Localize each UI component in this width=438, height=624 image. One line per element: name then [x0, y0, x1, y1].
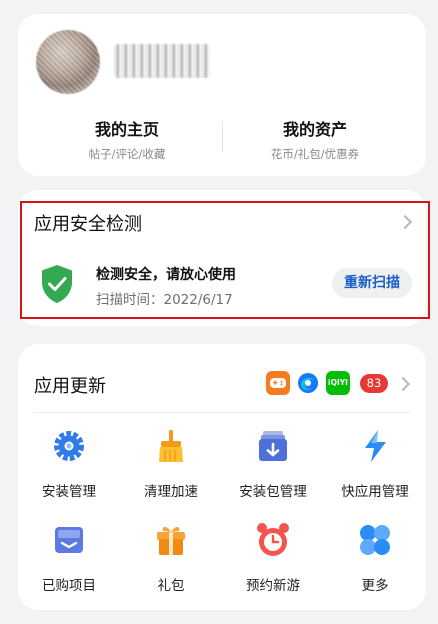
reserve-new-game-item[interactable]: 预约新游 [222, 522, 324, 594]
my-assets-title: 我的资产 [282, 120, 347, 139]
my-assets-link[interactable]: 我的资产 花币/礼包/优惠券 [220, 116, 410, 162]
gear-icon [54, 431, 84, 461]
package-manage-item[interactable]: 安装包管理 [222, 428, 324, 500]
more-item[interactable]: 更多 [324, 522, 426, 594]
browser-app-icon[interactable] [296, 371, 320, 395]
cleanup-accelerate-item[interactable]: 清理加速 [120, 428, 222, 500]
scan-time-text: 扫描时间：2022/6/17 [96, 292, 233, 308]
my-homepage-subtitle: 帖子/评论/收藏 [88, 147, 166, 161]
gift-pack-item[interactable]: 礼包 [120, 522, 222, 594]
quick-app-manage-item[interactable]: 快应用管理 [324, 428, 426, 500]
install-manage-label: 安装管理 [42, 484, 96, 500]
profile-card: 我的主页 帖子/评论/收藏 我的资产 花币/礼包/优惠券 [18, 14, 426, 176]
my-assets-subtitle: 花币/礼包/优惠券 [270, 147, 360, 161]
iqiyi-app-icon[interactable]: iQIYI [326, 371, 350, 395]
iqiyi-app-label: iQIYI [328, 378, 348, 387]
username-blurred [114, 44, 210, 78]
package-icon [259, 431, 287, 461]
quick-app-manage-label: 快应用管理 [341, 484, 409, 500]
security-status-text: 检测安全，请放心使用 [96, 267, 236, 283]
chevron-right-icon[interactable] [397, 214, 413, 230]
chevron-right-icon[interactable] [395, 376, 411, 392]
app-update-card: 应用更新 iQIYI 83 安装管理 清理加速 安装包管理 快应用管理 已购项目… [18, 344, 426, 610]
update-divider [34, 412, 410, 413]
alarm-clock-icon [257, 523, 289, 556]
my-homepage-title: 我的主页 [94, 120, 159, 139]
gift-pack-label: 礼包 [157, 578, 185, 594]
app-security-card[interactable]: 应用安全检测 检测安全，请放心使用 扫描时间：2022/6/17 重新扫描 [18, 190, 426, 326]
purchased-icon [55, 527, 83, 553]
gift-icon [157, 527, 185, 555]
cleanup-accelerate-label: 清理加速 [144, 484, 198, 500]
update-count-badge: 83 [360, 374, 388, 393]
my-homepage-link[interactable]: 我的主页 帖子/评论/收藏 [32, 116, 222, 162]
security-title: 应用安全检测 [34, 214, 142, 235]
lightning-icon [365, 430, 386, 462]
package-manage-label: 安装包管理 [239, 484, 307, 500]
purchased-item[interactable]: 已购项目 [18, 522, 120, 594]
reserve-new-game-label: 预约新游 [246, 578, 300, 594]
broom-icon [159, 430, 183, 462]
app-update-title: 应用更新 [34, 376, 106, 397]
more-label: 更多 [361, 578, 389, 594]
shield-check-icon [42, 265, 72, 303]
avatar[interactable] [36, 30, 100, 94]
rescan-button[interactable]: 重新扫描 [332, 268, 412, 298]
purchased-label: 已购项目 [42, 578, 96, 594]
more-icon [360, 525, 390, 555]
game-app-icon[interactable] [266, 371, 290, 395]
install-manage-item[interactable]: 安装管理 [18, 428, 120, 500]
